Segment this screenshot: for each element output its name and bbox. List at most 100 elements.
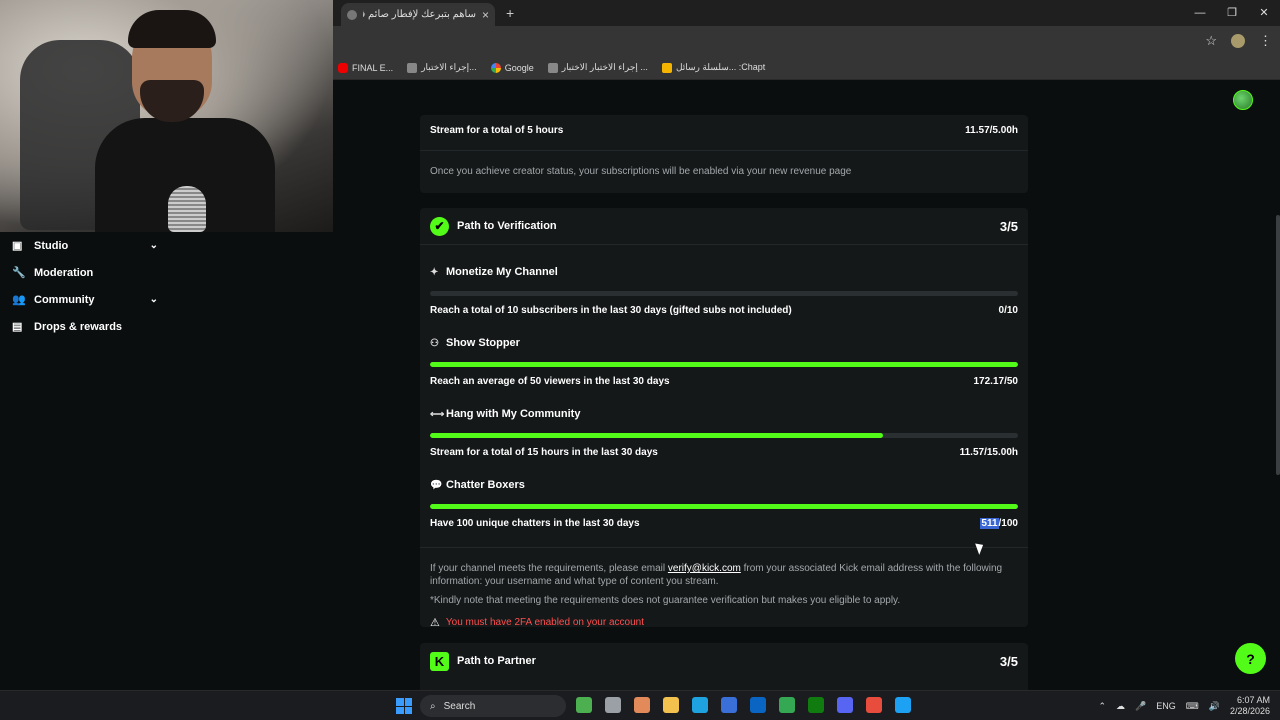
windows-taskbar: ⌕ Search ⌃ ☁ 🎤 ENG ⌨ 🔊 6:07 AM 2/28/2026 — [0, 690, 1280, 720]
requirement-show-stopper: ⚇ Show Stopper Reach an average of 50 vi… — [420, 333, 1028, 387]
chevron-down-icon[interactable]: ⌄ — [150, 240, 158, 251]
tab-favicon-icon — [347, 9, 357, 20]
sidebar-item-label: Community — [34, 293, 95, 306]
taskbar-app-icon[interactable] — [750, 697, 766, 713]
bookmark-star-icon[interactable]: ☆ — [1205, 33, 1217, 49]
requirement-value: 172.17/50 — [973, 376, 1019, 387]
sidebar-item-label: Moderation — [34, 266, 94, 279]
requirement-row: Reach a total of 10 subscribers in the l… — [430, 305, 1018, 316]
requirement-hang-with-community: ⟷ Hang with My Community Stream for a to… — [420, 404, 1028, 458]
card-score: 3/5 — [999, 218, 1018, 234]
verify-email-link[interactable]: verify@kick.com — [668, 563, 741, 574]
taskbar-app-icon[interactable] — [895, 697, 911, 713]
chat-icon: 💬 — [430, 479, 443, 491]
sidebar-item-drops-rewards[interactable]: ▤ Drops & rewards — [0, 313, 170, 340]
divider — [420, 547, 1028, 548]
creator-status-note: Once you achieve creator status, your su… — [430, 166, 852, 177]
requirement-value: 11.57/5.00h — [965, 125, 1018, 136]
taskbar-app-icon[interactable] — [663, 697, 679, 713]
cloud-icon[interactable]: ☁ — [1116, 701, 1125, 712]
window-controls: — ❐ ✕ — [1184, 0, 1280, 26]
requirement-label: Reach an average of 50 viewers in the la… — [430, 376, 670, 387]
network-icon[interactable]: ⌨ — [1186, 701, 1199, 712]
broadcast-icon: ⟷ — [430, 408, 445, 420]
sidebar-item-moderation[interactable]: 🔧 Moderation — [0, 259, 170, 286]
verification-disclaimer: *Kindly note that meeting the requiremen… — [430, 595, 901, 606]
clock-time: 6:07 AM — [1236, 695, 1270, 705]
volume-icon[interactable]: 🔊 — [1209, 701, 1220, 712]
webcam-person-hair — [128, 10, 216, 48]
windows-start-icon[interactable] — [396, 698, 412, 714]
sparkle-icon: ✦ — [430, 266, 439, 278]
requirement-monetize: ✦ Monetize My Channel Reach a total of 1… — [420, 262, 1028, 316]
taskbar-app-icon[interactable] — [605, 697, 621, 713]
card-title: Path to Partner — [457, 655, 536, 667]
taskbar-app-icon[interactable] — [576, 697, 592, 713]
new-tab-icon[interactable]: + — [506, 5, 514, 21]
youtube-icon — [338, 62, 348, 73]
toolbar-icons: ☆ ⋮ — [1205, 33, 1272, 49]
tray-overflow-icon[interactable]: ⌃ — [1098, 701, 1106, 712]
taskbar-app-icon[interactable] — [721, 697, 737, 713]
user-avatar[interactable] — [1233, 90, 1253, 110]
path-to-partner-card: K Path to Partner 3/5 — [420, 643, 1028, 693]
requirement-label: Stream for a total of 15 hours in the la… — [430, 447, 658, 458]
minimize-icon[interactable]: — — [1184, 0, 1216, 26]
taskbar-app-icon[interactable] — [837, 697, 853, 713]
bookmark-item[interactable]: سلسلة رسائل... :Chapt — [661, 62, 765, 73]
chevron-down-icon[interactable]: ⌄ — [150, 294, 158, 305]
taskbar-app-icon[interactable] — [866, 697, 882, 713]
taskbar-search[interactable]: ⌕ Search — [420, 695, 566, 717]
taskbar-apps — [576, 697, 911, 713]
bookmark-item[interactable]: إجراء الاختبار... — [407, 62, 477, 73]
page-scrollbar[interactable] — [1276, 215, 1280, 475]
taskbar-app-icon[interactable] — [779, 697, 795, 713]
progress-fill — [430, 433, 884, 438]
requirement-title: 💬 Chatter Boxers — [430, 479, 525, 491]
requirement-title: ✦ Monetize My Channel — [430, 266, 558, 278]
requirement-row: Have 100 unique chatters in the last 30 … — [430, 518, 1018, 529]
headset-icon: ? — [1246, 650, 1255, 667]
microphone-icon[interactable]: 🎤 — [1135, 701, 1146, 712]
clock-date: 2/28/2026 — [1229, 706, 1270, 716]
wrench-icon: 🔧 — [12, 267, 26, 279]
requirement-row: Stream for a total of 15 hours in the la… — [430, 447, 1018, 458]
bookmarks-bar: FINAL E... إجراء الاختبار... Google إجرا… — [333, 56, 1280, 80]
bookmark-item[interactable]: Google — [490, 62, 534, 73]
progress-bar — [430, 433, 1018, 438]
taskbar-clock[interactable]: 6:07 AM 2/28/2026 — [1230, 695, 1270, 717]
requirement-value: 11.57/15.00h — [959, 447, 1018, 458]
progress-bar — [430, 362, 1018, 367]
profile-avatar[interactable] — [1231, 34, 1245, 48]
requirement-row: Reach an average of 50 viewers in the la… — [430, 376, 1018, 387]
restore-icon[interactable]: ❐ — [1216, 0, 1248, 26]
tab-close-icon[interactable]: × — [482, 8, 489, 22]
support-chat-button[interactable]: ? — [1235, 643, 1266, 674]
language-indicator[interactable]: ENG — [1156, 701, 1176, 711]
path-to-verification-card: ✔ Path to Verification 3/5 ✦ Monetize My… — [420, 208, 1028, 629]
sidebar-item-studio[interactable]: ▣ Studio ⌄ — [0, 232, 170, 259]
requirement-chatter-boxers: 💬 Chatter Boxers Have 100 unique chatter… — [420, 475, 1028, 529]
browser-toolbar: ☆ ⋮ — [333, 26, 1280, 56]
sidebar-item-label: Studio — [34, 239, 69, 252]
requirement-label: Stream for a total of 5 hours — [430, 125, 564, 136]
taskbar-app-icon[interactable] — [692, 697, 708, 713]
bookmark-item[interactable]: إجراء الاختبار الاختبار ... — [547, 62, 648, 73]
card-header: ✔ Path to Verification 3/5 — [420, 208, 1028, 244]
progress-fill — [430, 504, 1018, 509]
close-window-icon[interactable]: ✕ — [1248, 0, 1280, 26]
bookmark-item[interactable]: FINAL E... — [338, 62, 393, 73]
sidebar-item-community[interactable]: 👥 Community ⌄ — [0, 286, 170, 313]
requirement-title: ⟷ Hang with My Community — [430, 408, 581, 420]
warning-icon: ⚠ — [430, 617, 440, 629]
taskbar-app-icon[interactable] — [634, 697, 650, 713]
progress-bar — [430, 291, 1018, 296]
search-label: Search — [443, 700, 476, 712]
card-header[interactable]: K Path to Partner 3/5 — [420, 643, 1028, 679]
browser-tab[interactable]: ساهم بتبرعك لإفطار صائم في الـ × — [341, 3, 495, 26]
divider — [420, 244, 1028, 245]
taskbar-app-icon[interactable] — [808, 697, 824, 713]
browser-menu-icon[interactable]: ⋮ — [1259, 33, 1272, 49]
sidebar-item-label: Drops & rewards — [34, 320, 123, 333]
verification-instructions: If your channel meets the requirements, … — [430, 563, 1003, 587]
